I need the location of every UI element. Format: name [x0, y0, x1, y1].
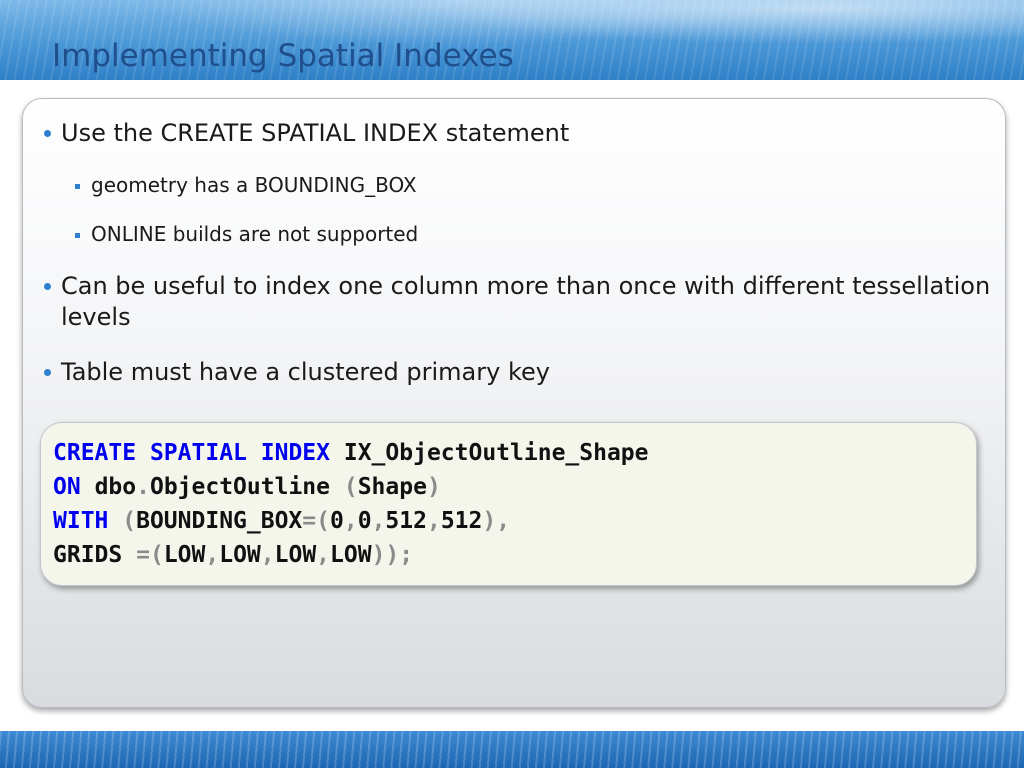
code-line-1: CREATE SPATIAL INDEX IX_ObjectOutline_Sh… [53, 436, 649, 470]
sub-bullet-square-icon [75, 184, 80, 189]
code-line-4: GRIDS =(LOW,LOW,LOW,LOW)); [53, 538, 649, 572]
bullet-item: Table must have a clustered primary key [44, 357, 1002, 388]
code-number: 0 [357, 508, 372, 534]
code-line-3: WITH (BOUNDING_BOX=(0,0,512,512), [53, 504, 649, 538]
code-block: CREATE SPATIAL INDEX IX_ObjectOutline_Sh… [53, 436, 649, 572]
sub-bullet-item: geometry has a BOUNDING_BOX [44, 172, 1002, 198]
code-identifier: LOW [274, 542, 317, 568]
code-keyword: CREATE [53, 440, 137, 466]
code-identifier: BOUNDING_BOX [136, 508, 303, 534]
code-punctuation: . [136, 474, 150, 500]
code-punctuation: ) [426, 474, 441, 500]
code-punctuation: ), [482, 508, 511, 534]
code-keyword: INDEX [260, 440, 330, 466]
footer-banner [0, 731, 1024, 768]
bullet-dot-icon [44, 369, 51, 376]
code-punctuation: )); [371, 542, 414, 568]
code-identifier: LOW [163, 542, 206, 568]
code-identifier: LOW [330, 542, 372, 568]
code-punctuation: , [371, 508, 386, 534]
code-punctuation: ( [122, 508, 137, 534]
bullet-text: Can be useful to index one column more t… [61, 272, 991, 331]
bullet-text: Table must have a clustered primary key [61, 358, 550, 386]
code-punctuation: =( [302, 508, 330, 534]
code-identifier: ObjectOutline [149, 474, 330, 500]
code-identifier: GRIDS [53, 542, 123, 568]
code-punctuation: ( [343, 474, 358, 500]
code-number: 512 [440, 508, 483, 534]
code-keyword: SPATIAL [149, 440, 247, 466]
slide-title: Implementing Spatial Indexes [52, 38, 514, 74]
sub-bullet-item: ONLINE builds are not supported [44, 221, 1002, 247]
code-identifier: Shape [357, 474, 427, 500]
code-number: 512 [385, 508, 427, 534]
code-line-2: ON dbo.ObjectOutline (Shape) [53, 470, 649, 504]
bullet-list: Use the CREATE SPATIAL INDEX statement g… [44, 118, 1002, 388]
code-punctuation: , [205, 542, 220, 568]
sub-bullet-text: geometry has a BOUNDING_BOX [91, 173, 417, 197]
bullet-dot-icon [44, 130, 51, 137]
bullet-text: Use the CREATE SPATIAL INDEX statement [61, 119, 570, 147]
code-identifier: LOW [219, 542, 261, 568]
code-punctuation: , [260, 542, 275, 568]
code-punctuation: , [343, 508, 358, 534]
code-identifier: IX_ObjectOutline_Shape [343, 440, 649, 466]
code-keyword: ON [53, 474, 81, 500]
code-punctuation: =( [136, 542, 164, 568]
bullet-dot-icon [44, 283, 51, 290]
code-punctuation: , [316, 542, 331, 568]
code-number: 0 [329, 508, 344, 534]
code-identifier: dbo [94, 474, 137, 500]
sub-bullet-square-icon [75, 233, 80, 238]
bullet-item: Use the CREATE SPATIAL INDEX statement [44, 118, 1002, 149]
code-punctuation: , [426, 508, 441, 534]
bullet-item: Can be useful to index one column more t… [44, 271, 1002, 333]
sub-bullet-text: ONLINE builds are not supported [91, 222, 419, 246]
code-keyword: WITH [53, 508, 109, 534]
